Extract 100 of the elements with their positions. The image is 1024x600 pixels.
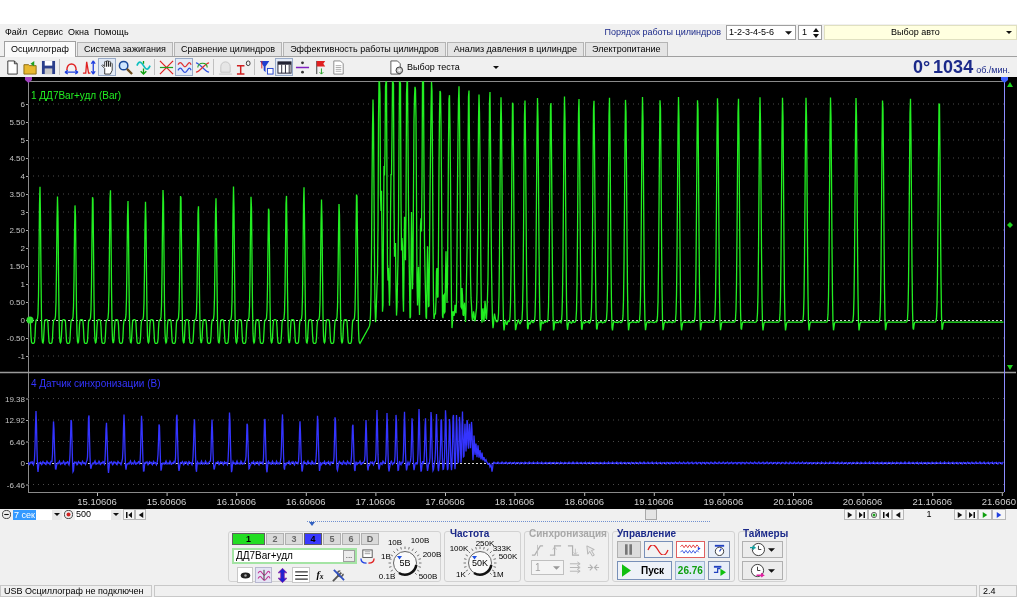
menu-item[interactable]: Сервис <box>32 28 63 37</box>
dial-scale-label: 250K <box>475 540 495 548</box>
record-icon[interactable] <box>64 510 73 519</box>
toolbar-button[interactable] <box>98 58 116 76</box>
axis-label: 20.60606 <box>842 496 883 507</box>
formula-button[interactable]: f$_{x}$ <box>312 567 328 583</box>
axis-label: 4 <box>20 172 25 181</box>
tab[interactable]: Электропитание <box>585 42 668 56</box>
caret-down-icon <box>553 565 560 570</box>
nav-button[interactable] <box>892 509 904 520</box>
zoom-out-icon[interactable] <box>2 510 11 519</box>
noise-button[interactable] <box>675 541 706 558</box>
angle-readout: 0° <box>912 58 931 76</box>
nav-button[interactable] <box>135 509 146 520</box>
monitor-arrows-icon[interactable] <box>360 548 375 564</box>
toolbar-button[interactable] <box>257 58 275 76</box>
tab[interactable]: Сравнение цилиндров <box>173 42 283 56</box>
nav-button[interactable] <box>123 509 135 520</box>
channel-button[interactable]: 5 <box>323 533 341 545</box>
toolbar-button[interactable] <box>275 58 293 76</box>
menu-item[interactable]: Окна <box>67 28 89 37</box>
sine-button[interactable] <box>643 541 673 558</box>
sensor-field[interactable]: ДД7Bar+удл ... <box>232 548 357 564</box>
reading-display: 26.76 <box>675 561 706 580</box>
tool-button[interactable] <box>330 567 346 583</box>
version-label: 2.4 <box>979 585 1017 597</box>
auto-scale-button[interactable] <box>708 541 730 558</box>
tab[interactable]: Осциллограф <box>4 41 76 57</box>
document-icon <box>330 59 346 75</box>
step-back-icon <box>895 511 901 518</box>
samples-combobox[interactable]: 500 <box>75 509 121 520</box>
play-icon <box>622 564 631 577</box>
caret-down-icon <box>493 65 499 69</box>
nav-button[interactable] <box>880 509 892 520</box>
dial-scale-label: 10B <box>387 539 403 547</box>
scrollbar-thumb[interactable] <box>645 509 657 520</box>
hand-icon <box>99 59 115 75</box>
spin-arrows-icon <box>813 27 819 38</box>
triangle-marker-icon[interactable] <box>1007 365 1013 370</box>
timer-dropdown[interactable] <box>742 561 783 580</box>
noisy-wave-icon <box>679 544 703 555</box>
channel-button[interactable]: D <box>361 533 379 545</box>
divide-icon <box>294 59 310 75</box>
axis-label: 18.60606 <box>564 496 604 507</box>
test-select-dropdown[interactable]: Выбор теста <box>383 58 501 76</box>
bell-icon <box>217 59 233 75</box>
group-title: Частота <box>450 529 490 539</box>
axis-label: 2 <box>20 244 25 253</box>
eye-icon <box>239 571 251 579</box>
channel-button[interactable]: 1 <box>232 533 265 545</box>
dial-scale-label: 1B <box>381 553 391 561</box>
browse-button[interactable]: ... <box>343 550 355 562</box>
axis-label: 19.60606 <box>703 496 744 507</box>
skip-end-icon <box>969 511 975 518</box>
pause-button[interactable] <box>617 541 641 558</box>
menu-item[interactable]: Файл <box>5 28 28 37</box>
cylinder-spinner[interactable]: 1 <box>798 25 822 40</box>
toolbar-button[interactable] <box>116 58 134 76</box>
axis-label: 21.10606 <box>912 496 952 507</box>
zero-line-icon <box>235 59 251 75</box>
toolbar-button[interactable] <box>293 58 311 76</box>
axis-label: 20.10606 <box>773 496 813 507</box>
timer-dropdown[interactable] <box>742 541 783 558</box>
car-select-dropdown[interactable]: Выбор авто <box>824 25 1017 40</box>
axis-label: 17.10606 <box>355 496 396 507</box>
triangle-marker-icon[interactable] <box>1007 82 1013 87</box>
auto-start-button[interactable] <box>708 561 730 580</box>
nav-button[interactable] <box>954 509 966 520</box>
axis-label: 0 <box>20 316 25 325</box>
channel-button[interactable]: 2 <box>266 533 284 545</box>
dial-scale-label: 200B <box>422 551 442 559</box>
start-button[interactable]: Пуск <box>617 561 673 580</box>
lines-icon <box>294 570 308 580</box>
auto-play-icon <box>712 564 726 577</box>
nav-button[interactable] <box>992 509 1006 520</box>
tab[interactable]: Эффективность работы цилиндров <box>283 42 446 56</box>
new-file-icon <box>4 59 20 75</box>
up-down-arrow-icon <box>277 567 287 583</box>
target-icon <box>871 511 877 518</box>
menu-item[interactable]: Помощь <box>93 28 129 37</box>
crossed-lines-icon <box>158 59 174 75</box>
axis-label: 2.50 <box>9 226 25 235</box>
tab[interactable]: Система зажигания <box>77 42 173 56</box>
nav-button[interactable] <box>844 509 856 520</box>
dial-scale-label: 500K <box>498 553 518 561</box>
axis-label: 15.10606 <box>77 496 117 507</box>
channel-button[interactable]: 3 <box>285 533 303 545</box>
channel-button[interactable]: 6 <box>342 533 360 545</box>
zero-marker-icon[interactable] <box>26 316 34 324</box>
tool-button[interactable] <box>292 567 310 583</box>
diamond-marker-icon[interactable] <box>1007 222 1013 228</box>
axis-label: 5.50 <box>9 118 25 127</box>
tool-button[interactable] <box>237 567 253 583</box>
play-icon <box>982 511 988 518</box>
toolbar-button[interactable] <box>39 58 57 76</box>
axis-label: -6.46 <box>6 480 25 490</box>
cylinder-order-dropdown[interactable]: 1-2-3-4-5-6 <box>726 25 796 40</box>
axis-label: 3 <box>20 208 25 217</box>
tab[interactable]: Анализ давления в цилиндре <box>446 42 585 56</box>
axis-label: 6.46 <box>9 437 25 447</box>
